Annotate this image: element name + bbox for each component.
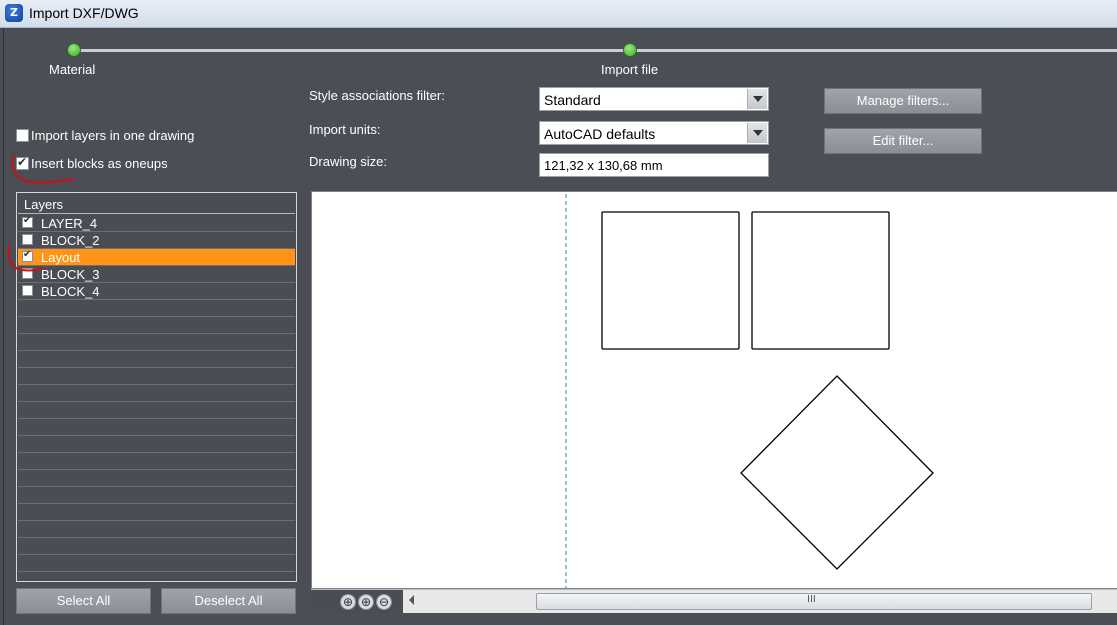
edit-filter-button[interactable]: Edit filter... <box>824 128 982 154</box>
layers-list[interactable]: Layers LAYER_4 BLOCK_2 Layout BLOCK_3 BL… <box>16 192 297 582</box>
title-bar: Z Import DXF/DWG <box>0 0 1117 28</box>
layer-name: Layout <box>41 250 81 265</box>
style-filter-select[interactable]: Standard <box>539 87 769 111</box>
empty-row <box>18 521 295 538</box>
manage-filters-button[interactable]: Manage filters... <box>824 88 982 114</box>
empty-row <box>18 504 295 521</box>
import-units-label: Import units: <box>309 122 381 137</box>
layers-rows: LAYER_4 BLOCK_2 Layout BLOCK_3 BLOCK_4 <box>18 215 295 581</box>
empty-row <box>18 453 295 470</box>
deselect-all-button[interactable]: Deselect All <box>161 588 296 614</box>
zoom-fit-icon[interactable]: ⊕ <box>340 594 356 610</box>
scroll-left-arrow-icon[interactable] <box>409 595 414 605</box>
drawing-size-field: 121,32 x 130,68 mm <box>539 153 769 177</box>
step-label-material: Material <box>49 62 96 77</box>
layer-row[interactable]: BLOCK_2 <box>18 232 295 249</box>
zoom-in-icon[interactable]: ⊕ <box>358 594 374 610</box>
preview-toolbar: ⊕ ⊕ ⊖ III <box>311 589 1117 613</box>
empty-row <box>18 487 295 504</box>
wizard-stepper: Material Import file <box>4 28 1117 84</box>
import-layers-label: Import layers in one drawing <box>31 128 195 143</box>
chevron-down-icon[interactable] <box>747 123 767 143</box>
empty-row <box>18 334 295 351</box>
step-dot-material[interactable] <box>67 43 81 57</box>
empty-row <box>18 351 295 368</box>
drawing-size-value: 121,32 x 130,68 mm <box>544 158 663 173</box>
layer-row[interactable]: LAYER_4 <box>18 215 295 232</box>
step-dot-import-file[interactable] <box>623 43 637 57</box>
horizontal-scrollbar-thumb[interactable]: III <box>536 593 1092 610</box>
layer-name: BLOCK_3 <box>41 267 100 282</box>
import-units-value: AutoCAD defaults <box>544 126 656 142</box>
import-units-select[interactable]: AutoCAD defaults <box>539 121 769 145</box>
empty-row <box>18 385 295 402</box>
layer-row-selected[interactable]: Layout <box>18 249 295 266</box>
empty-row <box>18 368 295 385</box>
empty-row <box>18 300 295 317</box>
layer-name: BLOCK_2 <box>41 233 100 248</box>
import-layers-checkbox[interactable] <box>16 129 29 142</box>
layers-header: Layers <box>18 194 295 214</box>
layer-checkbox[interactable] <box>22 285 33 296</box>
step-connector <box>74 49 624 52</box>
step-label-import-file: Import file <box>601 62 659 77</box>
layer-name: BLOCK_4 <box>41 284 100 299</box>
style-filter-label: Style associations filter: <box>309 88 445 103</box>
app-logo-icon: Z <box>5 4 23 22</box>
drawing-preview-canvas[interactable] <box>311 191 1117 589</box>
empty-row <box>18 470 295 487</box>
layer-name: LAYER_4 <box>41 216 98 231</box>
square-shape <box>601 211 740 350</box>
layer-row[interactable]: BLOCK_4 <box>18 283 295 300</box>
red-annotation-mark <box>7 243 43 272</box>
layers-header-label: Layers <box>24 197 64 212</box>
style-filter-value: Standard <box>544 92 601 108</box>
scroll-grip: III <box>807 594 816 605</box>
window-title: Import DXF/DWG <box>29 5 139 21</box>
layer-checkbox[interactable] <box>22 215 33 228</box>
empty-row <box>18 419 295 436</box>
empty-row <box>18 436 295 453</box>
empty-row <box>18 555 295 572</box>
empty-row <box>18 538 295 555</box>
chevron-down-icon[interactable] <box>747 89 767 109</box>
square-shape <box>751 211 890 350</box>
red-annotation-mark <box>11 153 75 184</box>
empty-row <box>18 402 295 419</box>
drawing-preview-svg <box>565 194 934 588</box>
zoom-out-icon[interactable]: ⊖ <box>376 594 392 610</box>
step-connector <box>636 49 1117 52</box>
empty-row <box>18 317 295 334</box>
empty-row <box>18 572 295 581</box>
drawing-size-label: Drawing size: <box>309 154 388 169</box>
diamond-shape <box>740 375 934 570</box>
zoom-controls: ⊕ ⊕ ⊖ <box>311 590 403 613</box>
layer-row[interactable]: BLOCK_3 <box>18 266 295 283</box>
select-all-button[interactable]: Select All <box>16 588 151 614</box>
dialog-body: Material Import file Import layers in on… <box>3 28 1117 625</box>
